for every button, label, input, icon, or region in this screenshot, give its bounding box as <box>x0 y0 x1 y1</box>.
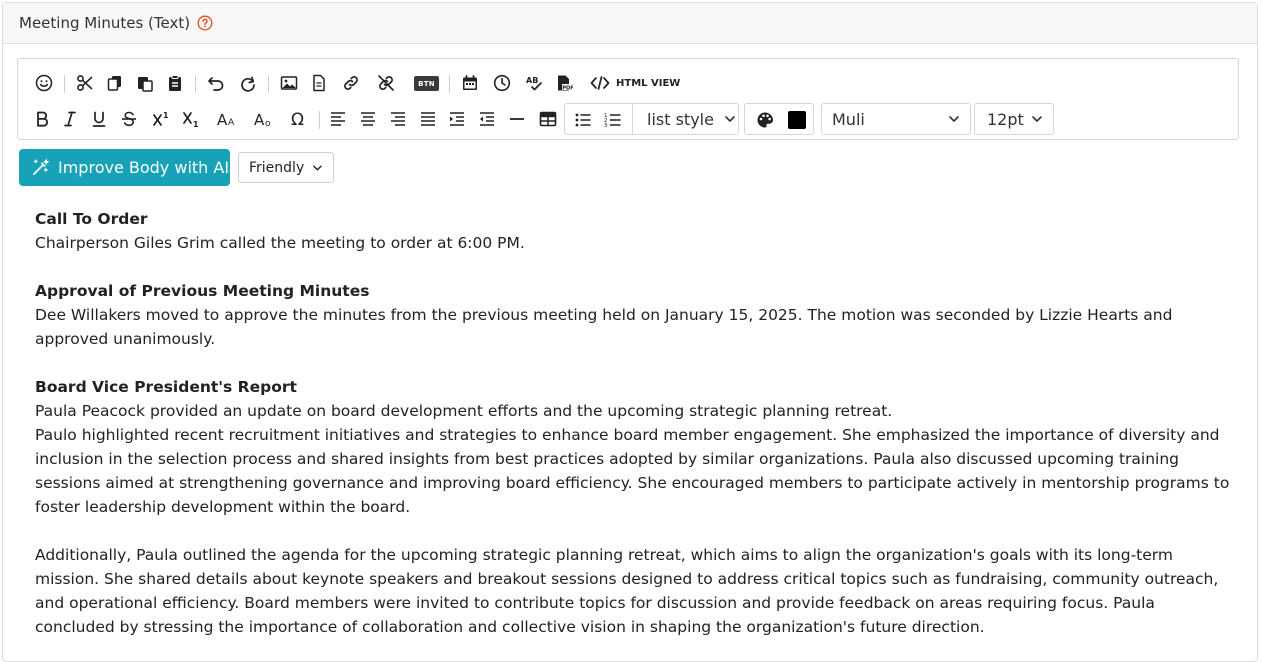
bold-icon[interactable] <box>28 103 56 135</box>
insert-link-icon[interactable] <box>337 67 365 99</box>
clear-formatting-icon[interactable]: Ao <box>251 103 279 135</box>
editor-content[interactable]: Call To Order Chairperson Giles Grim cal… <box>35 207 1235 639</box>
tone-value: Friendly <box>249 159 305 176</box>
svg-text:A: A <box>228 118 235 128</box>
paste-text-icon[interactable] <box>161 67 189 99</box>
insert-file-icon[interactable] <box>305 67 333 99</box>
align-justify-icon[interactable] <box>414 103 442 135</box>
align-left-icon[interactable] <box>324 103 352 135</box>
toolbar-separator <box>449 75 450 93</box>
code-icon <box>590 76 610 90</box>
paragraph: Dee Willakers moved to approve the minut… <box>35 306 1173 348</box>
indent-icon[interactable] <box>443 103 471 135</box>
table-icon[interactable] <box>534 103 562 135</box>
subscript-icon[interactable]: 1 <box>177 103 205 135</box>
svg-text:o: o <box>265 119 271 128</box>
paragraph: Chairperson Giles Grim called the meetin… <box>35 234 525 252</box>
toolbar-row-2: 1 1 AA Ao Ω 1 2 3 list style Muli 12pt <box>18 103 1238 135</box>
export-pdf-icon[interactable]: PDF <box>550 67 578 99</box>
html-view-label: HTML VIEW <box>616 77 681 89</box>
svg-text:AB: AB <box>526 76 538 85</box>
toolbar-row-1: BTN AB PDF HTML VIEW <box>18 67 1238 99</box>
palette-icon[interactable] <box>751 104 779 136</box>
italic-icon[interactable] <box>56 103 84 135</box>
calendar-icon[interactable] <box>456 67 484 99</box>
svg-text:3: 3 <box>604 123 608 129</box>
card-header: Meeting Minutes (Text) <box>3 3 1257 44</box>
section-heading: Call To Order <box>35 210 148 228</box>
insert-image-icon[interactable] <box>275 67 303 99</box>
color-swatch <box>788 111 806 129</box>
unlink-icon[interactable] <box>372 67 400 99</box>
magic-wand-icon <box>32 158 50 176</box>
html-view-button[interactable]: HTML VIEW <box>590 67 680 99</box>
undo-icon[interactable] <box>202 67 230 99</box>
toolbar-separator <box>268 75 269 93</box>
section-heading: Board Vice President's Report <box>35 378 297 396</box>
paragraph: Additionally, Paula outlined the agenda … <box>35 546 1219 636</box>
help-icon[interactable] <box>197 15 213 31</box>
list-group: 123 list style <box>564 103 739 135</box>
paste-icon[interactable] <box>131 67 159 99</box>
outdent-icon[interactable] <box>473 103 501 135</box>
emoji-icon[interactable] <box>30 67 58 99</box>
card-title: Meeting Minutes (Text) <box>19 14 191 32</box>
chevron-down-icon <box>949 116 959 122</box>
rich-text-editor-toolbar: BTN AB PDF HTML VIEW 1 1 A A A o Ω 1 2 3… <box>17 58 1239 140</box>
tone-dropdown[interactable]: Friendly <box>238 152 334 183</box>
font-family-value: Muli <box>832 109 865 129</box>
svg-text:1: 1 <box>163 111 169 120</box>
numbered-list-icon[interactable]: 123 <box>599 104 627 136</box>
font-size-value: 12pt <box>987 109 1024 129</box>
svg-text:PDF: PDF <box>562 85 573 91</box>
align-right-icon[interactable] <box>384 103 412 135</box>
spellcheck-icon[interactable]: AB <box>520 67 548 99</box>
improve-body-ai-button[interactable]: Improve Body with AI <box>19 149 230 186</box>
toolbar-separator <box>195 75 196 93</box>
list-group-divider <box>632 104 633 134</box>
svg-text:1: 1 <box>193 120 199 128</box>
superscript-icon[interactable]: 1 <box>147 103 175 135</box>
text-color-picker[interactable] <box>783 104 811 136</box>
font-size-increase-icon[interactable]: AA <box>214 103 242 135</box>
svg-text:A: A <box>254 111 265 128</box>
bullet-list-icon[interactable] <box>569 104 597 136</box>
toolbar-separator <box>64 75 65 93</box>
redo-icon[interactable] <box>234 67 262 99</box>
font-family-dropdown[interactable]: Muli <box>821 103 971 135</box>
color-group <box>744 103 814 135</box>
improve-body-ai-label: Improve Body with AI <box>58 158 230 177</box>
strikethrough-icon[interactable] <box>115 103 143 135</box>
paragraph: Paulo highlighted recent recruitment ini… <box>35 426 1230 516</box>
copy-icon[interactable] <box>101 67 129 99</box>
horizontal-rule-icon[interactable] <box>503 103 531 135</box>
clock-icon[interactable] <box>488 67 516 99</box>
insert-button-chip[interactable]: BTN <box>414 76 439 91</box>
special-character-icon[interactable]: Ω <box>285 103 313 135</box>
underline-icon[interactable] <box>85 103 113 135</box>
paragraph: Paula Peacock provided an update on boar… <box>35 402 893 420</box>
chevron-down-icon <box>313 164 322 171</box>
chevron-down-icon <box>725 116 735 122</box>
chevron-down-icon <box>1032 116 1042 122</box>
list-style-dropdown[interactable]: list style <box>647 104 736 134</box>
list-style-label: list style <box>647 109 714 129</box>
toolbar-separator <box>319 111 320 129</box>
section-heading: Approval of Previous Meeting Minutes <box>35 282 370 300</box>
svg-text:A: A <box>217 111 228 128</box>
svg-text:Ω: Ω <box>291 110 304 128</box>
align-center-icon[interactable] <box>354 103 382 135</box>
cut-icon[interactable] <box>71 67 99 99</box>
font-size-dropdown[interactable]: 12pt <box>974 103 1054 135</box>
